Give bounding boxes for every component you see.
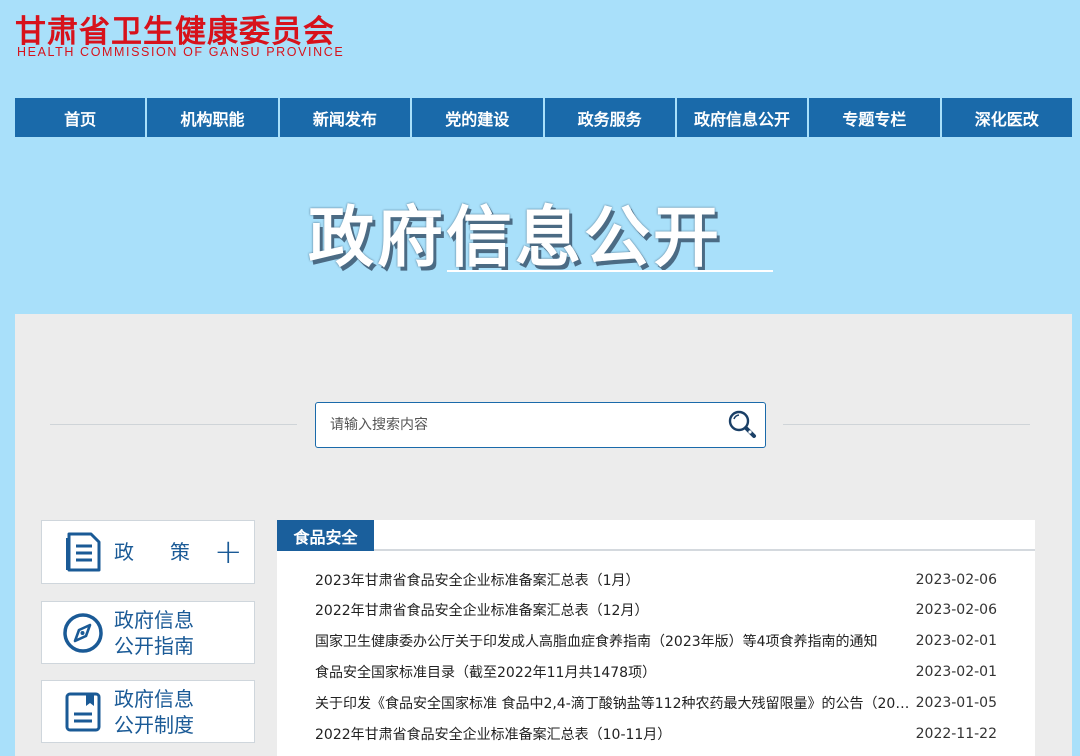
list-item-date: 2022-11-22 bbox=[915, 726, 997, 742]
nav-item-functions[interactable]: 机构职能 bbox=[147, 98, 280, 137]
tab-food-safety[interactable]: 食品安全 bbox=[277, 520, 374, 551]
sidebar-item-system[interactable]: 政府信息 公开制度 bbox=[41, 680, 255, 743]
main-nav: 首页 机构职能 新闻发布 党的建设 政务服务 政府信息公开 专题专栏 深化医改 bbox=[15, 98, 1072, 137]
nav-item-news-release[interactable]: 新闻发布 bbox=[279, 98, 413, 137]
list-item-title[interactable]: 2023年甘肃省食品安全企业标准备案汇总表（1月） bbox=[315, 570, 640, 590]
nav-item-info-disclosure[interactable]: 政府信息公开 bbox=[676, 98, 810, 137]
list-item-date: 2023-02-01 bbox=[915, 633, 997, 649]
site-logo-subtitle: HEALTH COMMISSION OF GANSU PROVINCE bbox=[17, 45, 345, 59]
search-box bbox=[315, 402, 766, 448]
nav-item-medical-reform[interactable]: 深化医改 bbox=[941, 98, 1072, 137]
nav-item-home[interactable]: 首页 bbox=[15, 98, 148, 137]
news-list-panel: 食品安全 2023年甘肃省食品安全企业标准备案汇总表（1月） 2023-02-0… bbox=[277, 520, 1035, 756]
search-input[interactable] bbox=[316, 403, 719, 447]
list-item-title[interactable]: 2022年甘肃省食品安全企业标准备案汇总表（10-11月） bbox=[315, 724, 671, 744]
nav-item-gov-services[interactable]: 政务服务 bbox=[544, 98, 677, 137]
list-item-date: 2023-01-05 bbox=[915, 695, 997, 711]
search-icon bbox=[728, 410, 756, 438]
list-item[interactable]: 关于印发《食品安全国家标准 食品中2,4-滴丁酸钠盐等112种农药最大残留限量》… bbox=[315, 691, 997, 715]
notebook-icon bbox=[58, 687, 108, 737]
news-header: 食品安全 bbox=[277, 520, 1035, 551]
list-item[interactable]: 2022年甘肃省食品安全企业标准备案汇总表（10-11月） 2022-11-22 bbox=[315, 722, 997, 746]
list-item-title[interactable]: 国家卫生健康委办公厅关于印发成人高脂血症食养指南（2023年版）等4项食养指南的… bbox=[315, 631, 878, 651]
plus-icon[interactable]: + bbox=[214, 535, 243, 569]
list-item-title[interactable]: 食品安全国家标准目录（截至2022年11月共1478项） bbox=[315, 662, 656, 682]
divider-left bbox=[50, 424, 297, 425]
divider-right bbox=[783, 424, 1030, 425]
list-item-date: 2023-02-06 bbox=[915, 572, 997, 588]
sidebar-item-label-line2: 公开指南 bbox=[114, 633, 194, 658]
list-item-date: 2023-02-06 bbox=[915, 602, 997, 618]
list-item[interactable]: 2022年甘肃省食品安全企业标准备案汇总表（12月） 2023-02-06 bbox=[315, 598, 997, 622]
sidebar-item-label-line1: 政府信息 bbox=[114, 686, 194, 711]
nav-item-special-topics[interactable]: 专题专栏 bbox=[809, 98, 942, 137]
compass-icon bbox=[58, 608, 108, 658]
list-item-title[interactable]: 2022年甘肃省食品安全企业标准备案汇总表（12月） bbox=[315, 600, 648, 620]
sidebar-item-label-line2: 公开制度 bbox=[114, 712, 194, 737]
nav-item-party-building[interactable]: 党的建设 bbox=[412, 98, 545, 137]
list-item-title[interactable]: 关于印发《食品安全国家标准 食品中2,4-滴丁酸钠盐等112种农药最大残留限量》… bbox=[315, 693, 915, 713]
title-underline bbox=[447, 270, 773, 272]
search-button[interactable] bbox=[719, 403, 765, 447]
list-item[interactable]: 国家卫生健康委办公厅关于印发成人高脂血症食养指南（2023年版）等4项食养指南的… bbox=[315, 629, 997, 653]
sidebar-item-policy[interactable]: 政策 + bbox=[41, 520, 255, 584]
sidebar-item-label: 政策 bbox=[114, 540, 226, 564]
list-item[interactable]: 食品安全国家标准目录（截至2022年11月共1478项） 2023-02-01 bbox=[315, 660, 997, 684]
page-title: 政府信息公开 bbox=[308, 199, 722, 276]
content-panel: 政策 + 政府信息 公开指南 政府信息 公开制度 bbox=[15, 314, 1072, 756]
sidebar-item-label-line1: 政府信息 bbox=[114, 607, 194, 632]
list-item[interactable]: 2023年甘肃省食品安全企业标准备案汇总表（1月） 2023-02-06 bbox=[315, 568, 997, 592]
sidebar-item-guide[interactable]: 政府信息 公开指南 bbox=[41, 601, 255, 664]
list-item-date: 2023-02-01 bbox=[915, 664, 997, 680]
document-list-icon bbox=[58, 527, 108, 577]
